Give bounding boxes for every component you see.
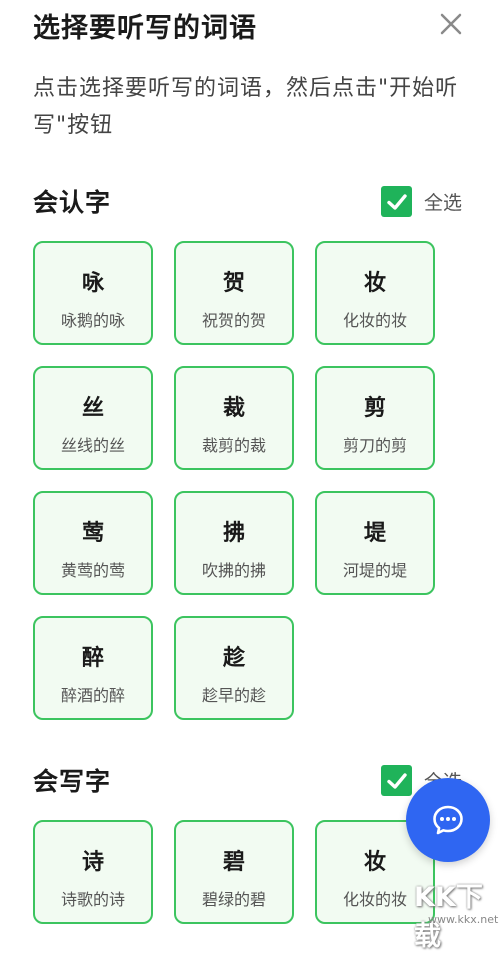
- check-icon: [386, 772, 407, 789]
- card-word: 化妆的妆: [342, 311, 407, 330]
- card-char: 碧: [222, 850, 245, 875]
- card-char: 剪: [363, 396, 386, 421]
- card-char: 丝: [81, 396, 104, 421]
- instruction-text: 点击选择要听写的词语，然后点击"开始听写"按钮: [33, 76, 459, 138]
- word-card[interactable]: 碧 碧绿的碧: [174, 820, 294, 924]
- card-char: 贺: [222, 271, 245, 296]
- card-word: 咏鹅的咏: [60, 311, 125, 330]
- watermark: KK下载 www.kkx.net: [392, 873, 499, 952]
- word-card[interactable]: 剪 剪刀的剪: [315, 366, 435, 470]
- section-title-write: 会写字: [33, 767, 112, 796]
- card-word: 趁早的趁: [201, 686, 266, 705]
- card-char: 诗: [81, 850, 104, 875]
- page-title: 选择要听写的词语: [33, 13, 257, 44]
- card-char: 裁: [222, 396, 245, 421]
- card-char: 莺: [81, 521, 104, 546]
- card-word: 丝线的丝: [60, 436, 125, 455]
- word-card[interactable]: 趁 趁早的趁: [174, 616, 294, 720]
- card-char: 醉: [81, 646, 104, 671]
- word-card[interactable]: 丝 丝线的丝: [33, 366, 153, 470]
- card-char: 妆: [363, 271, 386, 296]
- card-char: 咏: [81, 271, 104, 296]
- close-icon: [440, 13, 462, 35]
- select-all-label: 全选: [424, 192, 463, 214]
- check-icon: [386, 193, 407, 210]
- chat-icon: [433, 805, 463, 835]
- card-word: 祝贺的贺: [201, 311, 266, 330]
- watermark-url: www.kkx.net: [428, 913, 499, 926]
- word-card[interactable]: 拂 吹拂的拂: [174, 491, 294, 595]
- card-char: 趁: [222, 646, 245, 671]
- card-word: 碧绿的碧: [201, 890, 266, 909]
- card-char: 妆: [363, 850, 386, 875]
- card-word: 裁剪的裁: [201, 436, 266, 455]
- word-card[interactable]: 堤 河堤的堤: [315, 491, 435, 595]
- card-char: 堤: [363, 521, 386, 546]
- word-card[interactable]: 贺 祝贺的贺: [174, 241, 294, 345]
- close-button[interactable]: [436, 9, 466, 39]
- card-char: 拂: [222, 521, 245, 546]
- card-word: 吹拂的拂: [201, 561, 266, 580]
- card-word: 河堤的堤: [342, 561, 407, 580]
- chat-button[interactable]: [406, 778, 490, 862]
- word-card[interactable]: 妆 化妆的妆: [315, 241, 435, 345]
- select-all-recognize[interactable]: 全选: [381, 186, 462, 217]
- checkbox[interactable]: [381, 765, 412, 796]
- word-card[interactable]: 莺 黄莺的莺: [33, 491, 153, 595]
- card-word: 剪刀的剪: [342, 436, 407, 455]
- word-card[interactable]: 诗 诗歌的诗: [33, 820, 153, 924]
- word-card[interactable]: 裁 裁剪的裁: [174, 366, 294, 470]
- checkbox[interactable]: [381, 186, 412, 217]
- section-title-recognize: 会认字: [33, 188, 112, 217]
- card-word: 诗歌的诗: [60, 890, 125, 909]
- card-word: 黄莺的莺: [60, 561, 125, 580]
- card-word: 醉酒的醉: [60, 686, 125, 705]
- word-card[interactable]: 醉 醉酒的醉: [33, 616, 153, 720]
- word-card[interactable]: 咏 咏鹅的咏: [33, 241, 153, 345]
